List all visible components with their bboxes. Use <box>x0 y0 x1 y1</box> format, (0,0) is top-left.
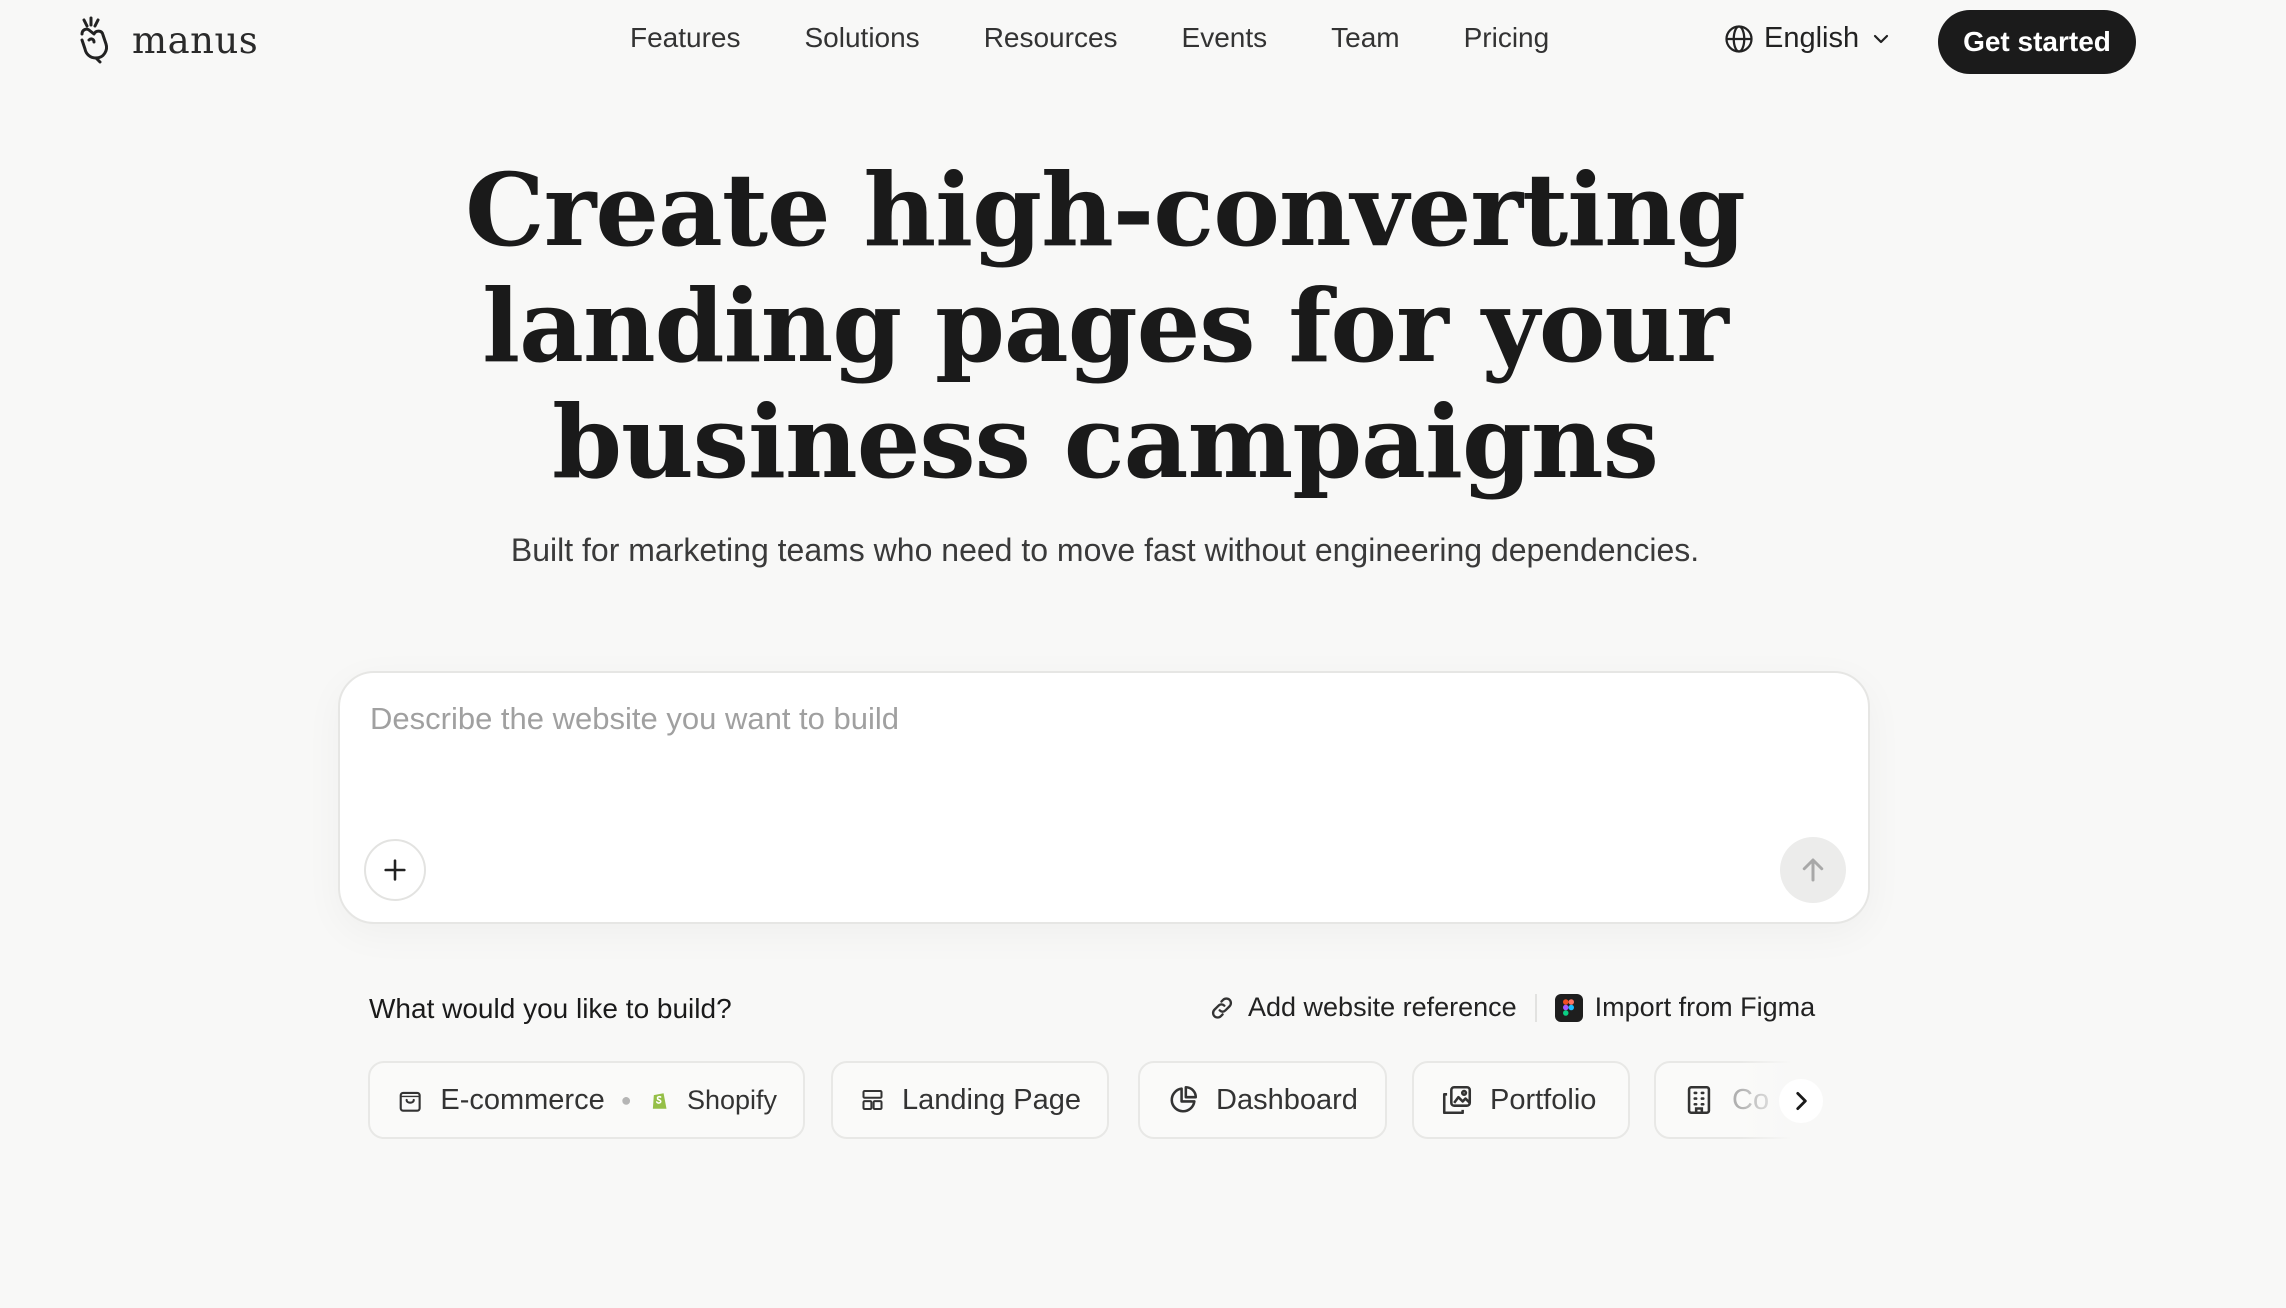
import-from-figma-label: Import from Figma <box>1594 992 1816 1022</box>
scroll-right-button[interactable] <box>1779 1079 1823 1123</box>
manus-hand-icon <box>80 16 108 64</box>
hero-title-line: landing pages for your <box>482 267 1729 385</box>
send-button[interactable] <box>1780 837 1846 903</box>
main-menu: Features Solutions Resources Events Team… <box>630 22 1549 54</box>
nav-features[interactable]: Features <box>630 22 741 54</box>
logo[interactable]: manus <box>76 16 258 64</box>
add-website-reference-label: Add website reference <box>1248 992 1517 1022</box>
template-chips: E-commerce ● Shopify Landing Page Dashbo… <box>368 1061 1824 1141</box>
chip-ecommerce[interactable]: E-commerce ● Shopify <box>368 1061 805 1139</box>
separator-dot: ● <box>620 1089 632 1110</box>
layout-icon <box>862 1089 883 1111</box>
building-icon <box>1687 1085 1711 1115</box>
nav-pricing[interactable]: Pricing <box>1464 22 1550 54</box>
nav-resources[interactable]: Resources <box>984 22 1118 54</box>
hero-title-line: Create high-converting <box>465 151 1746 269</box>
hero-title: Create high-converting landing pages for… <box>300 152 1910 500</box>
chip-landing-page[interactable]: Landing Page <box>831 1061 1109 1139</box>
globe-icon <box>1725 24 1753 53</box>
page: manus Features Solutions Resources Event… <box>0 0 2286 1308</box>
chevron-right-icon <box>1796 1092 1807 1110</box>
images-icon <box>1442 1085 1472 1115</box>
add-website-reference-link[interactable]: Add website reference <box>1208 992 1517 1023</box>
pie-chart-icon <box>1170 1085 1198 1113</box>
get-started-button[interactable]: Get started <box>1938 10 2136 74</box>
build-question: What would you like to build? <box>369 993 732 1024</box>
prompt-input[interactable] <box>370 701 1810 791</box>
nav-solutions[interactable]: Solutions <box>805 22 920 54</box>
chip-label: Portfolio <box>1490 1083 1597 1116</box>
figma-icon <box>1554 993 1583 1022</box>
hero-subtitle: Built for marketing teams who need to mo… <box>510 532 1700 568</box>
shopping-bag-icon <box>399 1091 421 1112</box>
chip-label: E-commerce <box>440 1083 605 1116</box>
language-label: English <box>1764 22 1860 54</box>
prompt-box <box>338 671 1870 924</box>
arrow-up-icon <box>1802 858 1824 882</box>
chip-portfolio[interactable]: Portfolio <box>1412 1061 1630 1139</box>
brand-name: manus <box>132 18 259 62</box>
shopify-icon <box>652 1093 667 1109</box>
chip-label: Dashboard <box>1216 1083 1358 1116</box>
divider <box>1534 993 1537 1022</box>
shopify-label: Shopify <box>686 1084 777 1115</box>
chevron-down-icon <box>1874 34 1889 43</box>
nav-events[interactable]: Events <box>1182 22 1268 54</box>
language-selector[interactable]: English <box>1724 22 1893 55</box>
top-nav: manus Features Solutions Resources Event… <box>0 0 2286 84</box>
reference-links: Add website reference Import from Figma <box>1208 992 1815 1023</box>
attach-button[interactable] <box>364 839 426 901</box>
hero-title-line: business campaigns <box>552 383 1659 501</box>
import-from-figma-link[interactable]: Import from Figma <box>1554 992 1816 1023</box>
chip-label: Landing Page <box>902 1083 1081 1116</box>
nav-team[interactable]: Team <box>1331 22 1399 54</box>
chip-dashboard[interactable]: Dashboard <box>1138 1061 1387 1139</box>
plus-icon <box>384 859 406 881</box>
link-icon <box>1211 996 1233 1019</box>
